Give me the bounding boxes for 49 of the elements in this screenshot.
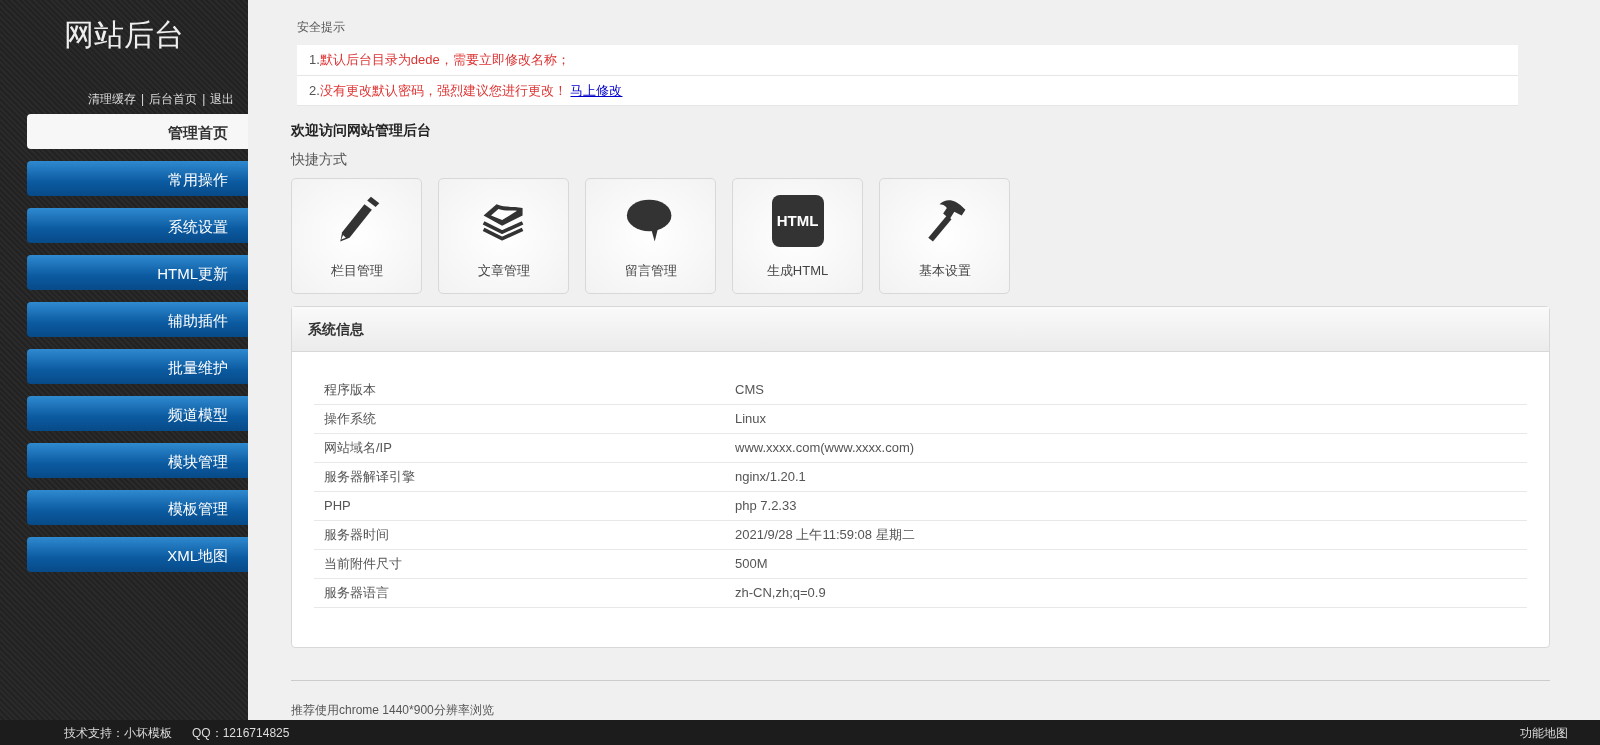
browser-note: 推荐使用chrome 1440*900分辨率浏览 [291, 703, 494, 717]
header-link[interactable]: 后台首页 [149, 90, 198, 110]
menu-item[interactable]: 批量维护 [27, 349, 248, 384]
section-heading: 快捷方式 [291, 150, 348, 169]
menu-item[interactable]: 模板管理 [27, 490, 248, 525]
menu-item[interactable]: 模块管理 [27, 443, 248, 478]
shortcut-card[interactable]: HTML 生成HTML [732, 178, 863, 294]
panel-title: 系统信息 [292, 307, 1549, 352]
shortcut-card[interactable]: 留言管理 [585, 178, 716, 294]
info-value: nginx/1.20.1 [735, 468, 806, 486]
menu-item[interactable]: 常用操作 [27, 161, 248, 196]
info-label: 网站域名/IP [323, 439, 393, 457]
header-link[interactable]: 退出 [210, 90, 235, 110]
separator: | [202, 91, 206, 108]
welcome-heading: 欢迎访问网站管理后台 [291, 121, 432, 140]
info-value: php 7.2.33 [735, 497, 797, 515]
info-value: zh-CN,zh;q=0.9 [735, 584, 826, 602]
shortcut-card[interactable]: 文章管理 [438, 178, 569, 294]
info-value: www.xxxx.com(www.xxxx.com) [735, 439, 915, 457]
site-title: 网站后台 [63, 17, 185, 53]
info-value: 2021/9/28 上午11:59:08 星期二 [735, 526, 915, 544]
menu-item[interactable]: 辅助插件 [27, 302, 248, 337]
info-label: 程序版本 [323, 381, 377, 399]
menu-item[interactable]: XML地图 [27, 537, 248, 572]
menu-item[interactable]: HTML更新 [27, 255, 248, 290]
menu-item[interactable]: 频道模型 [27, 396, 248, 431]
info-label: 服务器时间 [323, 526, 390, 544]
info-label: 服务器语言 [323, 584, 390, 602]
html-icon: HTML [771, 195, 824, 247]
header-link[interactable]: 清理缓存 [88, 90, 136, 110]
shortcut-card[interactable]: 基本设置 [879, 178, 1010, 294]
sitemap-link[interactable]: 功能地图 [1520, 723, 1568, 742]
qq-text: QQ：1216714825 [192, 724, 290, 742]
change-password-link[interactable]: 马上修改 [570, 82, 623, 98]
info-value: 500M [735, 555, 768, 573]
warning-message: 1.默认后台目录为dede，需要立即修改名称； [297, 45, 1518, 76]
info-label: 当前附件尺寸 [323, 555, 403, 573]
info-label: 操作系统 [323, 410, 377, 428]
support-text: 技术支持：小坏模板 [64, 724, 172, 742]
info-label: PHP [323, 497, 352, 515]
shortcut-card[interactable]: 栏目管理 [291, 178, 422, 294]
menu-item[interactable]: 系统设置 [27, 208, 248, 243]
info-label: 服务器解译引擎 [323, 468, 416, 486]
separator: | [141, 91, 145, 108]
info-value: Linux [735, 410, 767, 428]
warning-message: 2.没有更改默认密码，强烈建议您进行更改！ 马上修改 [297, 75, 1518, 106]
section-heading: 安全提示 [297, 19, 346, 36]
menu-item[interactable]: 管理首页 [27, 114, 248, 149]
info-value: CMS [735, 381, 764, 399]
